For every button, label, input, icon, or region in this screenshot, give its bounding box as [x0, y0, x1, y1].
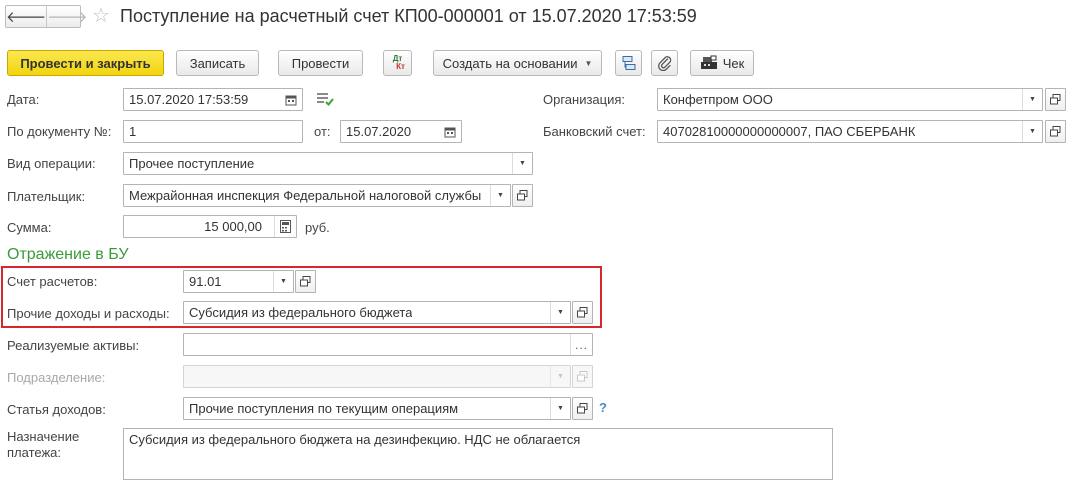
- open-organization-button[interactable]: [1045, 88, 1066, 111]
- doc-date-label: от:: [314, 124, 331, 139]
- bank-account-label: Банковский счет:: [543, 124, 646, 139]
- dt-kt-button[interactable]: Дт Кт: [383, 50, 412, 76]
- bank-account-select[interactable]: 40702810000000000007, ПАО СБЕРБАНК ▼: [657, 120, 1043, 143]
- dropdown-arrow-icon[interactable]: ▼: [550, 302, 570, 323]
- post-button[interactable]: Провести: [278, 50, 363, 76]
- open-window-icon: [517, 190, 528, 201]
- income-item-label: Статья доходов:: [7, 402, 106, 417]
- open-window-icon: [577, 403, 588, 414]
- document-status-icon[interactable]: [316, 91, 334, 110]
- other-income-label: Прочие доходы и расходы:: [7, 306, 170, 321]
- help-icon[interactable]: ?: [599, 400, 607, 415]
- accounting-section-title: Отражение в БУ: [7, 246, 129, 263]
- back-button[interactable]: 🡐: [6, 6, 46, 27]
- doc-number-label: По документу №:: [7, 124, 112, 139]
- create-based-on-button[interactable]: Создать на основании ▼: [433, 50, 602, 76]
- calendar-icon[interactable]: [280, 89, 302, 110]
- receipt-button[interactable]: Чек: [690, 50, 754, 76]
- nav-arrows: 🡐 🡒: [5, 5, 87, 28]
- dropdown-arrow-icon[interactable]: ▼: [1022, 89, 1042, 110]
- operation-type-select[interactable]: Прочее поступление ▼: [123, 152, 533, 175]
- payer-label: Плательщик:: [7, 189, 86, 204]
- division-label: Подразделение:: [7, 370, 106, 385]
- division-select: ▼: [183, 365, 571, 388]
- other-income-select[interactable]: Субсидия из федерального бюджета ▼: [183, 301, 571, 324]
- payer-select[interactable]: Межрайонная инспекция Федеральной налого…: [123, 184, 511, 207]
- paperclip-icon: [657, 56, 671, 71]
- write-button[interactable]: Записать: [176, 50, 259, 76]
- date-field[interactable]: 15.07.2020 17:53:59: [123, 88, 303, 111]
- calculator-icon[interactable]: [274, 216, 296, 237]
- doc-number-field[interactable]: 1: [123, 120, 303, 143]
- assets-field[interactable]: ...: [183, 333, 593, 356]
- open-window-icon: [577, 371, 588, 382]
- payment-purpose-textarea[interactable]: Субсидия из федерального бюджета на дези…: [123, 428, 833, 480]
- open-division-button: [572, 365, 593, 388]
- open-window-icon: [300, 276, 311, 287]
- operation-type-label: Вид операции:: [7, 156, 96, 171]
- open-window-icon: [1050, 126, 1061, 137]
- dropdown-arrow-icon[interactable]: ▼: [550, 398, 570, 419]
- dropdown-arrow-icon[interactable]: ▼: [1022, 121, 1042, 142]
- currency-label: руб.: [305, 220, 330, 235]
- dropdown-arrow-icon[interactable]: ▼: [273, 271, 293, 292]
- post-and-close-button[interactable]: Провести и закрыть: [7, 50, 164, 76]
- arrow-left-icon: 🡐: [6, 9, 47, 26]
- ellipsis-icon[interactable]: ...: [570, 334, 592, 355]
- forward-button[interactable]: 🡒: [46, 6, 87, 27]
- settlement-account-select[interactable]: 91.01 ▼: [183, 270, 294, 293]
- arrow-right-icon: 🡒: [47, 9, 88, 26]
- caret-down-icon: ▼: [584, 58, 593, 68]
- open-payer-button[interactable]: [512, 184, 533, 207]
- structure-icon: [622, 56, 635, 70]
- open-bank-account-button[interactable]: [1045, 120, 1066, 143]
- income-item-select[interactable]: Прочие поступления по текущим операциям …: [183, 397, 571, 420]
- favorite-star-icon[interactable]: ☆: [92, 4, 110, 28]
- dropdown-arrow-icon[interactable]: ▼: [490, 185, 510, 206]
- organization-select[interactable]: Конфетпром ООО ▼: [657, 88, 1043, 111]
- dropdown-arrow-icon: ▼: [550, 366, 570, 387]
- open-window-icon: [1050, 94, 1061, 105]
- open-settlement-account-button[interactable]: [295, 270, 316, 293]
- amount-label: Сумма:: [7, 220, 52, 235]
- settlement-account-label: Счет расчетов:: [7, 274, 98, 289]
- open-other-income-button[interactable]: [572, 301, 593, 324]
- calendar-icon[interactable]: [439, 121, 461, 142]
- page-title: Поступление на расчетный счет КП00-00000…: [120, 6, 697, 26]
- dropdown-arrow-icon[interactable]: ▼: [512, 153, 532, 174]
- organization-label: Организация:: [543, 92, 626, 107]
- open-income-item-button[interactable]: [572, 397, 593, 420]
- assets-label: Реализуемые активы:: [7, 338, 140, 353]
- amount-field[interactable]: 15 000,00: [123, 215, 297, 238]
- structure-button[interactable]: [615, 50, 642, 76]
- cash-register-icon: [700, 55, 717, 69]
- purpose-label: Назначение платежа:: [7, 429, 80, 460]
- dt-kt-icon: Дт Кт: [392, 54, 405, 71]
- doc-date-field[interactable]: 15.07.2020: [340, 120, 462, 143]
- date-label: Дата:: [7, 92, 40, 107]
- attach-button[interactable]: [651, 50, 678, 76]
- open-window-icon: [577, 307, 588, 318]
